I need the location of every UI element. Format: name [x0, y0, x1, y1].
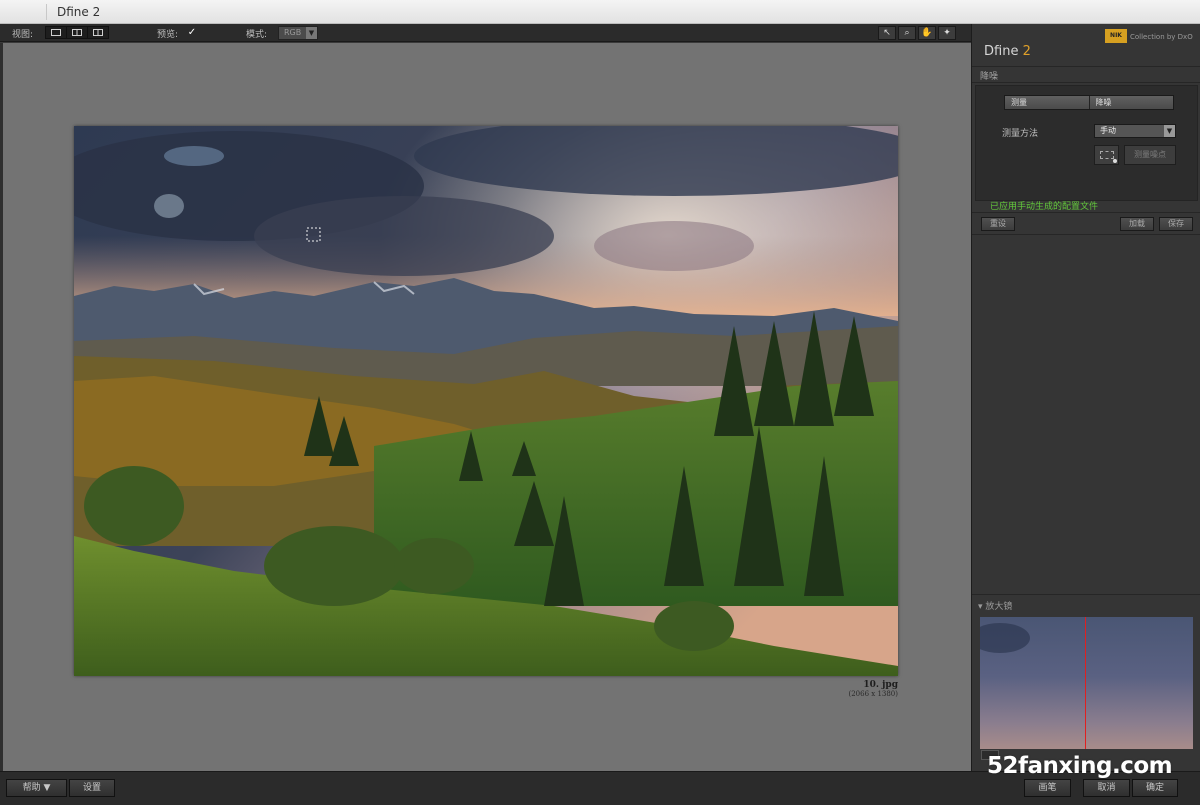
chevron-down-icon: ▼ [306, 27, 317, 39]
method-label: 测量方法 [1002, 129, 1039, 139]
preview-image[interactable] [74, 126, 898, 676]
mode-select-value: RGB [284, 28, 302, 37]
single-view-button[interactable] [46, 27, 67, 38]
single-view-icon [51, 29, 61, 36]
zoom-icon: ⌕ [904, 28, 910, 38]
panel-divider [972, 234, 1200, 235]
mode-select[interactable]: RGB ▼ [278, 26, 318, 40]
loupe-tool-button[interactable]: ✦ [938, 26, 956, 40]
window-titlebar: Dfine 2 [0, 0, 1200, 24]
hand-tool-button[interactable]: ✋ [918, 26, 936, 40]
loupe-preview[interactable] [980, 617, 1193, 749]
app-name-text: Dfine [984, 44, 1023, 59]
grid-icon [1100, 151, 1114, 159]
top-toolbar: 视图: 预览: ✓ 模式: RGB ▼ ↖ ⌕ ✋ ✦ [0, 24, 971, 42]
tool-buttons: ↖ ⌕ ✋ ✦ [878, 26, 956, 40]
load-button[interactable]: 加载 [1120, 217, 1154, 231]
method-select-value: 手动 [1100, 126, 1116, 135]
panel-divider [972, 66, 1200, 67]
hand-icon: ✋ [921, 28, 933, 38]
brand-logo: NIK [1105, 29, 1127, 43]
titlebar-separator [46, 4, 47, 20]
ok-button[interactable]: 确定 [1132, 779, 1178, 797]
brand-subtitle: Collection by DxO [1130, 33, 1193, 41]
app-name: Dfine 2 [984, 44, 1031, 59]
image-filename: 10. jpg [863, 680, 898, 690]
measure-noise-button[interactable]: 测量噪点 [1124, 145, 1176, 165]
reset-button[interactable]: 重设 [981, 217, 1015, 231]
pointer-icon: ↖ [883, 28, 891, 38]
chevron-down-icon: ▼ [43, 783, 51, 793]
preview-label: 预览: [157, 30, 179, 40]
window-title: Dfine 2 [57, 5, 101, 19]
denoise-tabs: 测量 降噪 [1004, 95, 1174, 110]
loupe-header[interactable]: ▾ 放大镜 [978, 599, 1012, 612]
side-by-side-view-button[interactable] [88, 27, 108, 38]
preview-checkbox[interactable]: ✓ [187, 28, 197, 38]
help-label: 帮助 [22, 783, 41, 793]
panel-divider [972, 82, 1200, 83]
loupe-icon: ✦ [943, 28, 951, 38]
section-header-denoise: 降噪 [980, 72, 999, 82]
split-view-icon [72, 29, 82, 36]
side-by-side-view-icon [93, 29, 103, 36]
app-version: 2 [1022, 44, 1031, 59]
panel-divider [972, 594, 1200, 595]
watermark: 52fanxing.com [987, 753, 1173, 779]
method-select[interactable]: 手动 ▼ [1094, 124, 1176, 138]
status-message: 已应用手动生成的配置文件 [990, 202, 1099, 212]
help-button[interactable]: 帮助 ▼ [6, 779, 67, 797]
split-view-button[interactable] [67, 27, 88, 38]
settings-button[interactable]: 设置 [69, 779, 115, 797]
panel-divider [972, 212, 1200, 213]
brush-button[interactable]: 画笔 [1024, 779, 1071, 797]
save-button[interactable]: 保存 [1159, 217, 1193, 231]
chevron-down-icon: ▼ [1164, 125, 1175, 137]
mode-label: 模式: [246, 30, 268, 40]
split-line[interactable] [1085, 617, 1086, 749]
zoom-tool-button[interactable]: ⌕ [898, 26, 916, 40]
pointer-tool-button[interactable]: ↖ [878, 26, 896, 40]
tab-denoise[interactable]: 降噪 [1089, 96, 1173, 109]
dot-icon [1113, 159, 1117, 163]
view-label: 视图: [12, 30, 34, 40]
add-measure-point-button[interactable] [1094, 145, 1119, 165]
image-dimensions: (2066 x 1380) [848, 690, 899, 698]
tab-measure[interactable]: 测量 [1005, 96, 1090, 109]
denoise-settings: 测量 降噪 测量方法 手动 ▼ 测量噪点 [975, 85, 1198, 201]
view-mode-buttons [45, 26, 109, 39]
landscape-photo [74, 126, 898, 676]
loupe-title: 放大镜 [985, 602, 1013, 612]
right-panel: NIK Collection by DxO Dfine 2 降噪 测量 降噪 测… [971, 24, 1200, 771]
cancel-button[interactable]: 取消 [1083, 779, 1130, 797]
loupe-cloud [980, 623, 1030, 653]
